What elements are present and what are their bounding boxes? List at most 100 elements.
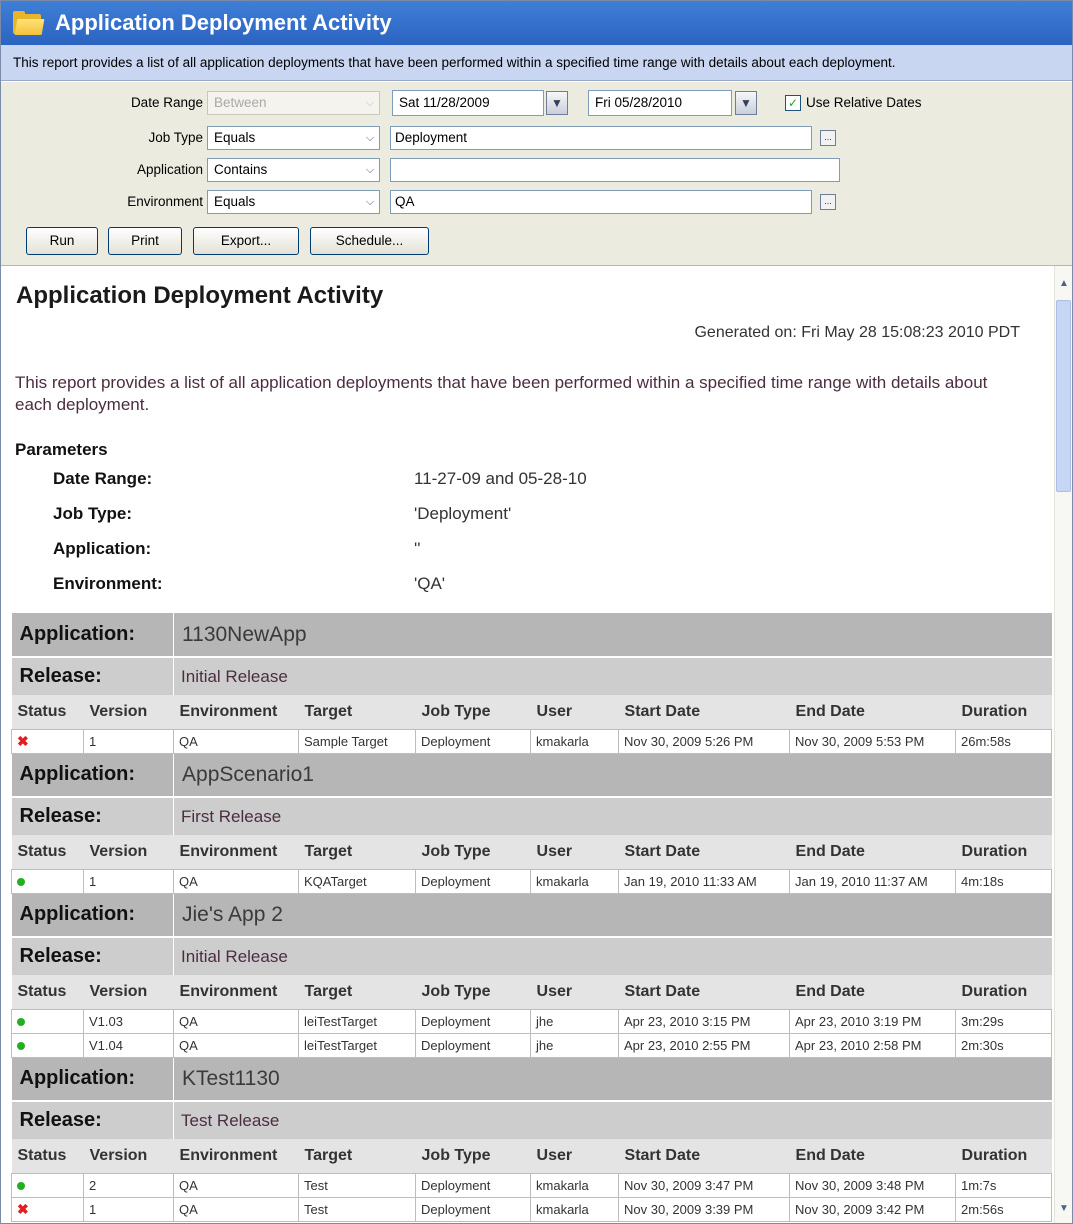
chevron-down-icon: ⌵: [365, 132, 375, 144]
application-operator-select[interactable]: Contains ⌵: [207, 158, 380, 182]
table-cell: 3m:29s: [955, 1008, 1053, 1034]
job-type-operator-select[interactable]: Equals ⌵: [207, 126, 380, 150]
column-header: User: [530, 1139, 619, 1173]
column-header: Target: [298, 1139, 416, 1173]
vertical-scrollbar[interactable]: ▲ ▼: [1054, 266, 1072, 1223]
column-header: Start Date: [618, 695, 790, 729]
table-cell: QA: [173, 1172, 300, 1198]
table-cell: Deployment: [415, 1008, 532, 1034]
report-window: Application Deployment Activity This rep…: [0, 0, 1073, 1224]
job-type-operator-value: Equals: [214, 130, 256, 145]
column-header: End Date: [789, 1139, 956, 1173]
release-row: Release: Initial Release: [11, 656, 1052, 695]
date-range-operator-select: Between ⌵: [207, 91, 380, 115]
environment-browse-button[interactable]: ...: [820, 194, 836, 210]
column-header: Job Type: [415, 695, 531, 729]
column-header: End Date: [789, 975, 956, 1009]
parameter-value: 'Deployment': [414, 504, 512, 523]
release-name: Initial Release: [173, 936, 1052, 975]
table-row[interactable]: ✖ 1 QA Sample Target Deployment kmakarla Nov 3…: [11, 728, 1053, 754]
release-row: Release: First Release: [11, 796, 1052, 835]
table-row[interactable]: 1 QA KQATarget Deployment kmakarla Jan 19, 20…: [11, 868, 1053, 894]
date-range-label: Date Range: [130, 95, 203, 110]
table-cell: Test: [298, 1172, 417, 1198]
red-x-icon: ✖: [17, 1200, 29, 1217]
schedule-button[interactable]: Schedule...: [310, 227, 429, 255]
table-row[interactable]: 2 QA Test Deployment kmakarla Nov 30, 2009 3:…: [11, 1172, 1053, 1198]
table-cell: Deployment: [415, 728, 532, 754]
application-header-row: Application: AppScenario1: [11, 753, 1052, 797]
parameter-value: 'QA': [414, 574, 446, 593]
report-title: Application Deployment Activity: [16, 282, 384, 309]
parameter-name: Date Range:: [53, 469, 153, 488]
run-button[interactable]: Run: [26, 227, 98, 255]
table-cell: Jan 19, 2010 11:37 AM: [789, 868, 957, 894]
chevron-down-icon: ⌵: [365, 164, 375, 176]
status-cell: [11, 1008, 84, 1034]
table-row[interactable]: ✖ 1 QA Test Deployment kmakarla Nov 30, 2009 3…: [11, 1196, 1053, 1222]
application-operator-value: Contains: [214, 162, 268, 177]
table-cell: 1: [82, 868, 175, 894]
release-name: Initial Release: [173, 656, 1052, 695]
application-value-field[interactable]: [390, 158, 840, 182]
application-header-row: Application: 1130NewApp: [11, 613, 1052, 657]
date-to-dropdown-button[interactable]: ▼: [735, 91, 757, 115]
parameter-value: '': [414, 539, 421, 558]
application-label: Application:: [11, 613, 175, 657]
job-type-value-field[interactable]: Deployment: [390, 126, 812, 150]
parameter-name: Environment:: [53, 574, 163, 593]
column-header: Version: [83, 695, 174, 729]
status-cell: [11, 868, 84, 894]
parameter-panel: Date Range Between ⌵ Sat 11/28/2009 ▼ Fr…: [1, 82, 1072, 266]
green-dot-icon: [17, 1041, 25, 1050]
red-x-icon: ✖: [17, 732, 29, 749]
table-row[interactable]: V1.04 QA leiTestTarget Deployment jhe Apr 23,…: [11, 1032, 1053, 1058]
export-button[interactable]: Export...: [193, 227, 299, 255]
column-header: Environment: [173, 975, 299, 1009]
table-cell: jhe: [530, 1032, 620, 1058]
print-button[interactable]: Print: [108, 227, 182, 255]
column-header: End Date: [789, 835, 956, 869]
date-from-field[interactable]: Sat 11/28/2009: [392, 90, 544, 116]
table-cell: QA: [173, 868, 300, 894]
table-cell: 2: [82, 1172, 175, 1198]
parameter-name: Job Type:: [53, 504, 133, 523]
table-cell: Apr 23, 2010 3:19 PM: [789, 1008, 957, 1034]
table-cell: 1: [82, 1196, 175, 1222]
date-to-field[interactable]: Fri 05/28/2010: [588, 90, 732, 116]
parameter-name: Application:: [53, 539, 152, 558]
use-relative-dates-checkbox[interactable]: ✓: [785, 95, 801, 111]
column-header: Environment: [173, 695, 299, 729]
status-cell: ✖: [11, 1196, 84, 1222]
table-cell: 26m:58s: [955, 728, 1053, 754]
scroll-up-icon[interactable]: ▲: [1057, 278, 1071, 294]
table-row[interactable]: V1.03 QA leiTestTarget Deployment jhe Apr 23,…: [11, 1008, 1053, 1034]
column-header: Start Date: [618, 835, 790, 869]
column-header: User: [530, 975, 619, 1009]
table-cell: Jan 19, 2010 11:33 AM: [618, 868, 791, 894]
column-header: Duration: [955, 695, 1052, 729]
job-type-browse-button[interactable]: ...: [820, 130, 836, 146]
column-header: Start Date: [618, 1139, 790, 1173]
generated-timestamp: Generated on: Fri May 28 15:08:23 2010 P…: [694, 324, 1020, 341]
environment-value-field[interactable]: QA: [390, 190, 812, 214]
column-header: Target: [298, 975, 416, 1009]
column-header: Job Type: [415, 835, 531, 869]
table-cell: leiTestTarget: [298, 1008, 417, 1034]
chevron-down-icon: ⌵: [365, 97, 375, 109]
green-dot-icon: [17, 1181, 25, 1190]
date-from-dropdown-button[interactable]: ▼: [546, 91, 568, 115]
application-label: Application:: [11, 753, 175, 797]
environment-operator-select[interactable]: Equals ⌵: [207, 190, 380, 214]
table-cell: Nov 30, 2009 3:47 PM: [618, 1172, 791, 1198]
report-content: Application Deployment Activity Generate…: [1, 266, 1054, 1223]
scroll-down-icon[interactable]: ▼: [1057, 1203, 1071, 1219]
scrollbar-thumb[interactable]: [1056, 300, 1071, 492]
deployment-table: Application: 1130NewApp Release: Initial Re…: [11, 613, 1053, 1222]
application-label: Application: [136, 162, 203, 177]
table-cell: Nov 30, 2009 5:26 PM: [618, 728, 791, 754]
column-header: Status: [11, 695, 84, 729]
column-header: End Date: [789, 695, 956, 729]
folder-icon: [13, 11, 45, 35]
table-cell: 4m:18s: [955, 868, 1053, 894]
